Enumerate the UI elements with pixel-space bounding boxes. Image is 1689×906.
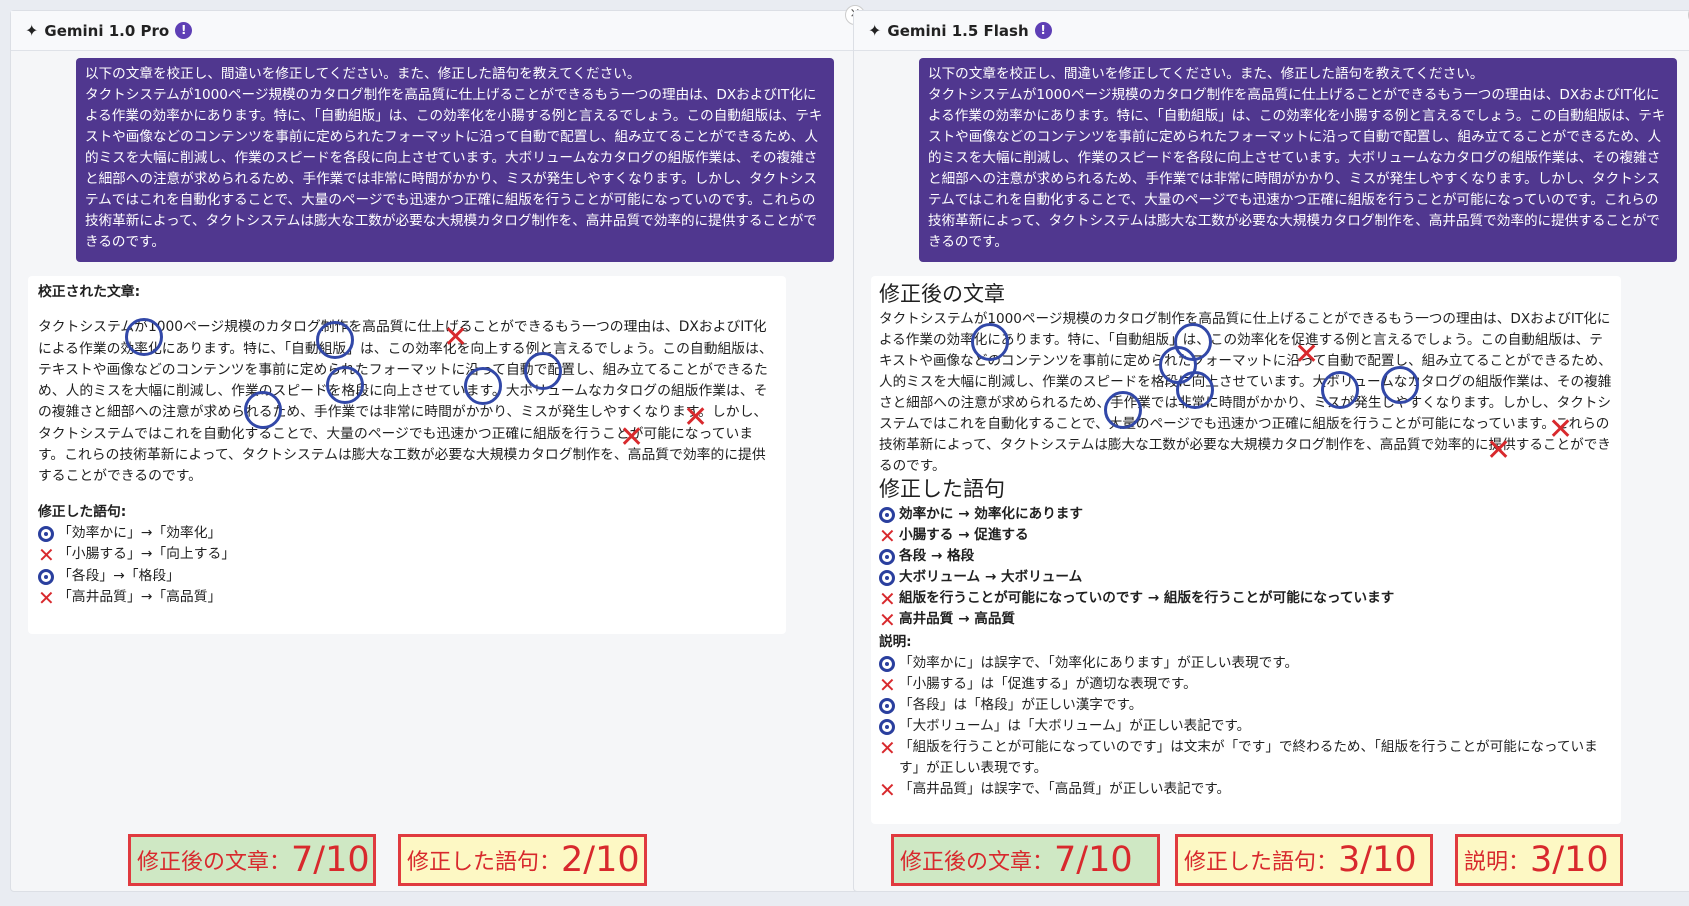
list-item: 「大ボリューム」は「大ボリューム」が正しい表記です。: [879, 716, 1613, 737]
list-item: 「各段」は「格段」が正しい漢字です。: [879, 695, 1613, 716]
score-value: 2/10: [561, 840, 640, 880]
explanation-list: 「効率かに」は誤字で、「効率化にあります」が正しい表現です。 ✕ 「小腸する」は「…: [879, 653, 1613, 800]
correction-text: 「高井品質」→「高品質」: [58, 588, 222, 605]
prompt-instruction: 以下の文章を校正し、間違いを修正してください。また、修正した語句を教えてください…: [85, 66, 641, 82]
explanation-text: 「組版を行うことが可能になっていのです」は文末が「です」で終わるため、「組版を行…: [899, 739, 1598, 776]
corrections-heading: 修正した語句: [879, 477, 1005, 501]
correct-mark-icon: [879, 719, 895, 735]
wrong-mark-icon: ✕: [38, 585, 55, 610]
list-item: 「各段」→「格段」: [38, 566, 776, 587]
pane-header: ✦ Gemini 1.0 Pro !: [11, 11, 859, 51]
list-item: 「効率かに」→「効率化」: [38, 523, 776, 544]
list-item: ✕ 組版を行うことが可能になっていのです → 組版を行うことが可能になっています: [879, 588, 1613, 609]
score-label: 説明：: [1464, 850, 1531, 875]
sparkle-icon: ✦: [25, 21, 39, 40]
wrong-mark-icon: ✕: [879, 736, 896, 760]
list-item: ✕ 「小腸する」は「促進する」が適切な表現です。: [879, 674, 1613, 695]
correct-mark-icon: [879, 570, 895, 586]
pane-header: ✦ Gemini 1.5 Flash !: [854, 11, 1689, 51]
model-name: Gemini 1.5 Flash: [887, 21, 1029, 40]
score-label: 修正した語句：: [407, 850, 562, 875]
list-item: ✕ 「高井品質」→「高品質」: [38, 587, 776, 608]
corrected-text: タクトシステムが1000ページ規模のカタログ制作を高品質に仕上げることができるも…: [38, 319, 773, 485]
correction-text: 各段 → 格段: [899, 548, 975, 564]
corrections-list: 効率かに → 効率化にあります ✕ 小腸する → 促進する 各段 → 格段 大ボリ…: [879, 504, 1613, 630]
explanation-text: 「高井品質」は誤字で、「高品質」が正しい表記です。: [899, 781, 1231, 797]
correct-mark-icon: [38, 568, 54, 585]
correction-text: 組版を行うことが可能になっていのです → 組版を行うことが可能になっています: [899, 590, 1395, 606]
list-item: ✕ 「組版を行うことが可能になっていのです」は文末が「です」で終わるため、「組版を…: [879, 737, 1613, 779]
score-value: 3/10: [1338, 840, 1417, 880]
correction-text: 高井品質 → 高品質: [899, 611, 1016, 627]
info-icon[interactable]: !: [175, 22, 193, 39]
response-heading: 校正された文章:: [38, 284, 141, 300]
list-item: 大ボリューム → 大ボリューム: [879, 567, 1613, 588]
user-prompt: 以下の文章を校正し、間違いを修正してください。また、修正した語句を教えてください…: [76, 58, 834, 262]
user-prompt: 以下の文章を校正し、間違いを修正してください。また、修正した語句を教えてください…: [919, 58, 1677, 262]
score-box-corrected-text: 修正後の文章： 7/10: [128, 834, 376, 886]
explanation-text: 「効率かに」は誤字で、「効率化にあります」が正しい表現です。: [899, 655, 1299, 671]
score-label: 修正後の文章：: [137, 850, 292, 875]
explanation-text: 「大ボリューム」は「大ボリューム」が正しい表記です。: [899, 718, 1251, 734]
wrong-mark-icon: ✕: [879, 673, 896, 697]
list-item: ✕ 小腸する → 促進する: [879, 525, 1613, 546]
correction-text: 「各段」→「格段」: [58, 567, 180, 584]
score-box-corrections: 修正した語句： 3/10: [1175, 834, 1433, 886]
score-label: 修正した語句：: [1184, 850, 1339, 875]
pane-gemini-1-0-pro: ✦ Gemini 1.0 Pro ! × 以下の文章を校正し、間違いを修正してく…: [10, 5, 865, 892]
list-item: 各段 → 格段: [879, 546, 1613, 567]
explanation-text: 「各段」は「格段」が正しい漢字です。: [899, 697, 1143, 713]
model-response: 修正後の文章 タクトシステムが1000ページ規模のカタログ制作を高品質に仕上げる…: [871, 276, 1621, 824]
score-value: 3/10: [1530, 840, 1609, 880]
response-heading: 修正後の文章: [879, 282, 1005, 306]
prompt-text: タクトシステムが1000ページ規模のカタログ制作を高品質に仕上げることができるも…: [928, 87, 1666, 250]
wrong-mark-icon: ✕: [879, 778, 896, 802]
list-item: ✕ 「小腸する」→「向上する」: [38, 544, 776, 565]
model-response: 校正された文章: タクトシステムが1000ページ規模のカタログ制作を高品質に仕上…: [28, 276, 786, 634]
sparkle-icon: ✦: [868, 21, 882, 40]
score-label: 修正後の文章：: [900, 850, 1055, 875]
correction-text: 効率かに → 効率化にあります: [899, 506, 1083, 522]
corrections-heading: 修正した語句:: [38, 503, 127, 520]
correct-mark-icon: [879, 507, 895, 523]
correction-text: 「小腸する」→「向上する」: [58, 546, 236, 563]
list-item: ✕ 高井品質 → 高品質: [879, 609, 1613, 630]
corrected-text: タクトシステムが1000ページ規模のカタログ制作を高品質に仕上げることができるも…: [879, 311, 1612, 474]
pane-gemini-1-5-flash: ✦ Gemini 1.5 Flash ! × 以下の文章を校正し、間違いを修正し…: [853, 5, 1689, 892]
prompt-instruction: 以下の文章を校正し、間違いを修正してください。また、修正した語句を教えてください…: [928, 66, 1484, 82]
list-item: 効率かに → 効率化にあります: [879, 504, 1613, 525]
wrong-mark-icon: ✕: [879, 587, 896, 611]
score-box-corrections: 修正した語句： 2/10: [398, 834, 647, 886]
score-box-explanation: 説明： 3/10: [1455, 834, 1623, 886]
wrong-mark-icon: ✕: [38, 543, 55, 568]
score-value: 7/10: [291, 840, 370, 880]
corrections-list: 「効率かに」→「効率化」 ✕ 「小腸する」→「向上する」 「各段」→「格段」 ✕ 「…: [38, 523, 776, 608]
correction-text: 大ボリューム → 大ボリューム: [899, 569, 1083, 585]
score-value: 7/10: [1054, 840, 1133, 880]
correct-mark-icon: [879, 549, 895, 565]
list-item: 「効率かに」は誤字で、「効率化にあります」が正しい表現です。: [879, 653, 1613, 674]
explanation-text: 「小腸する」は「促進する」が適切な表現です。: [899, 676, 1197, 692]
wrong-mark-icon: ✕: [879, 608, 896, 632]
correction-text: 小腸する → 促進する: [899, 527, 1029, 543]
info-icon[interactable]: !: [1034, 22, 1052, 39]
prompt-text: タクトシステムが1000ページ規模のカタログ制作を高品質に仕上げることができるも…: [85, 87, 823, 250]
score-box-corrected-text: 修正後の文章： 7/10: [891, 834, 1160, 886]
correction-text: 「効率かに」→「効率化」: [58, 524, 222, 541]
explanation-heading: 説明:: [879, 634, 912, 650]
correct-mark-icon: [38, 525, 54, 542]
correct-mark-icon: [879, 698, 895, 714]
wrong-mark-icon: ✕: [879, 524, 896, 548]
correct-mark-icon: [879, 656, 895, 672]
model-name: Gemini 1.0 Pro: [44, 21, 170, 40]
list-item: ✕ 「高井品質」は誤字で、「高品質」が正しい表記です。: [879, 779, 1613, 800]
